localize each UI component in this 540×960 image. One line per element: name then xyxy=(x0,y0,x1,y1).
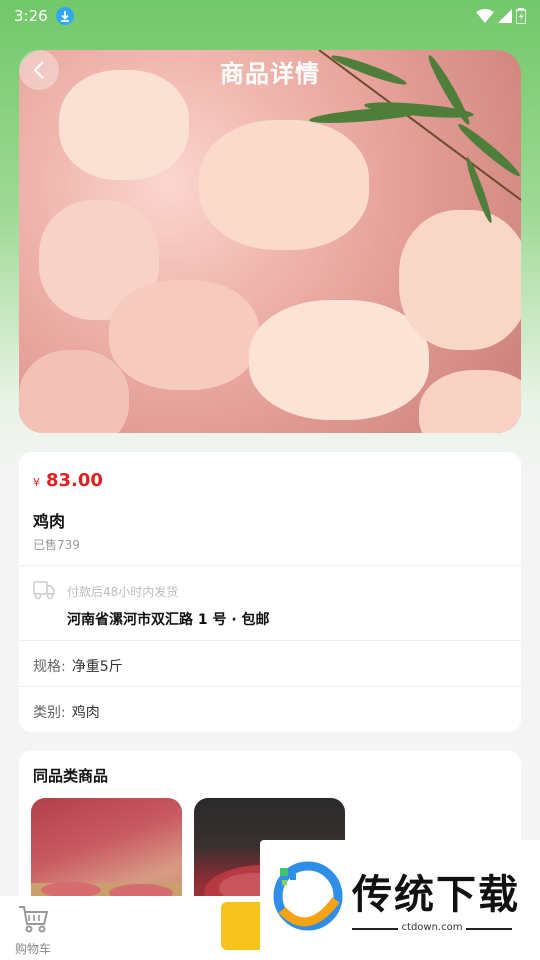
page-title: 商品详情 xyxy=(220,60,320,88)
shipping-note: 付款后48小时内发货 xyxy=(67,585,179,599)
sold-count: 已售739 xyxy=(33,538,80,552)
shipping-address: 河南省漯河市双汇路 1 号 · 包邮 xyxy=(67,612,270,628)
cart-label: 购物车 xyxy=(14,942,51,956)
price-value: 83.00 xyxy=(46,470,103,491)
category-value: 鸡肉 xyxy=(71,705,100,721)
cart-button[interactable]: 购物车 xyxy=(8,904,58,957)
truck-icon xyxy=(33,580,55,604)
watermark-logo-icon xyxy=(272,860,344,936)
divider xyxy=(19,640,521,641)
currency-symbol: ¥ xyxy=(33,476,40,489)
status-bar: 3:26 xyxy=(0,0,540,32)
battery-icon xyxy=(516,8,526,24)
category-row: 类别: 鸡肉 xyxy=(33,702,100,722)
category-label: 类别: xyxy=(33,705,66,721)
status-time: 3:26 xyxy=(14,7,48,25)
price: ¥ 83.00 xyxy=(33,470,103,491)
cart-icon xyxy=(19,906,49,933)
signal-icon xyxy=(498,9,512,23)
spec-value: 净重5斤 xyxy=(71,659,123,675)
product-image xyxy=(19,50,521,433)
divider xyxy=(19,565,521,566)
rosemary-decoration xyxy=(309,50,521,223)
spec-row: 规格: 净重5斤 xyxy=(33,656,123,676)
divider xyxy=(19,686,521,687)
watermark-overlay: 传统下载 ctdown.com xyxy=(260,840,540,960)
spec-label: 规格: xyxy=(33,659,66,675)
download-icon xyxy=(55,7,74,25)
product-name: 鸡肉 xyxy=(33,512,66,531)
product-info-card: ¥ 83.00 鸡肉 已售739 付款后48小时内发货 河南省漯河市双汇路 1 … xyxy=(19,452,521,732)
watermark-title: 传统下载 xyxy=(352,872,520,918)
wifi-icon xyxy=(476,9,494,23)
watermark-url: ctdown.com xyxy=(397,922,467,933)
similar-title: 同品类商品 xyxy=(33,767,109,785)
status-icons xyxy=(476,8,526,24)
